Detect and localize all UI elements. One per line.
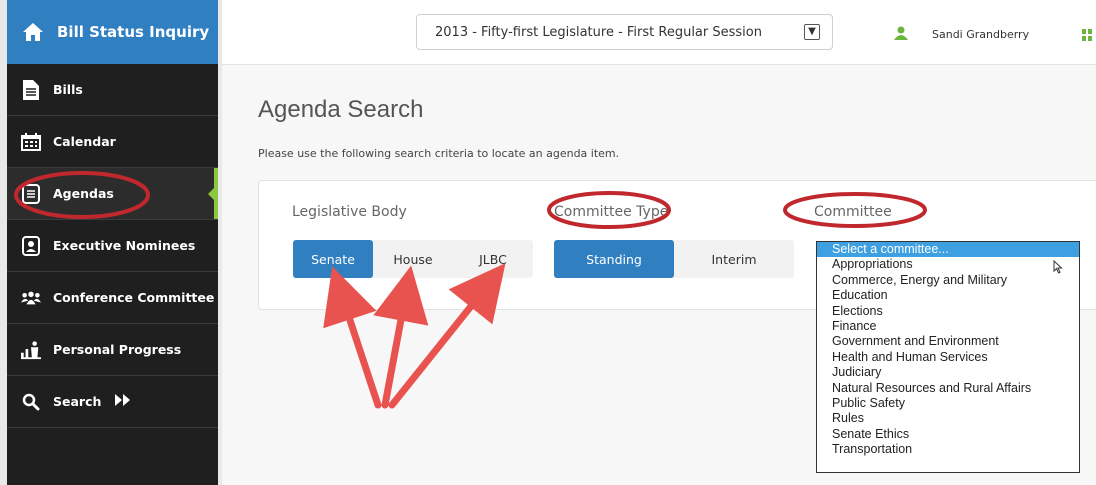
home-icon (23, 23, 43, 41)
committee-option[interactable]: Public Safety (817, 396, 1079, 411)
committee-option[interactable]: Natural Resources and Rural Affairs (817, 381, 1079, 396)
house-button[interactable]: House (373, 240, 453, 278)
sidebar-item-agendas[interactable]: Agendas (7, 168, 222, 220)
committee-option[interactable]: Health and Human Services (817, 350, 1079, 365)
legislative-body-group: Senate House JLBC (293, 240, 533, 278)
sidebar-item-personal-progress[interactable]: Personal Progress (7, 324, 218, 376)
legislative-body-label: Legislative Body (292, 204, 407, 220)
page-title: Agenda Search (258, 96, 424, 123)
sidebar-item-label: Executive Nominees (53, 238, 196, 253)
agenda-icon (21, 183, 41, 204)
window-edge (0, 0, 7, 485)
chart-person-icon (21, 340, 41, 360)
committee-option[interactable]: Government and Environment (817, 334, 1079, 349)
sidebar-item-conference-committee[interactable]: Conference Committee (7, 272, 218, 324)
committee-option[interactable]: Appropriations (817, 257, 1079, 272)
expand-arrows-icon[interactable] (115, 394, 131, 409)
session-select[interactable]: 2013 - Fifty-first Legislature - First R… (416, 14, 833, 50)
senate-button[interactable]: Senate (293, 240, 373, 278)
committee-option[interactable]: Finance (817, 319, 1079, 334)
standing-button[interactable]: Standing (554, 240, 674, 278)
sidebar-item-label: Agendas (53, 186, 114, 201)
document-icon (21, 79, 41, 100)
committee-type-label: Committee Type (554, 204, 669, 220)
search-hint: Please use the following search criteria… (258, 147, 620, 160)
sidebar: Bill Status Inquiry Bills Calendar Agend… (7, 0, 222, 485)
sidebar-item-label: Personal Progress (53, 342, 182, 357)
committee-option-placeholder[interactable]: Select a committee... (817, 242, 1079, 258)
committee-option[interactable]: Senate Ethics (817, 427, 1079, 442)
committee-select[interactable]: Select a committee... Appropriations Com… (816, 241, 1080, 473)
user-icon (894, 26, 908, 43)
session-select-value: 2013 - Fifty-first Legislature - First R… (435, 24, 762, 40)
top-bar: 2013 - Fifty-first Legislature - First R… (222, 0, 1096, 65)
app-brand[interactable]: Bill Status Inquiry (7, 0, 218, 64)
committee-option[interactable]: Elections (817, 304, 1079, 319)
committee-type-group: Standing Interim (554, 240, 794, 278)
sidebar-item-label: Bills (53, 82, 83, 97)
sidebar-item-label: Conference Committee (53, 290, 215, 305)
chevron-down-icon[interactable]: ▼ (804, 24, 820, 40)
apps-grid-icon[interactable] (1082, 26, 1092, 45)
nominee-icon (21, 235, 41, 256)
committee-option[interactable]: Commerce, Energy and Military (817, 273, 1079, 288)
sidebar-item-label: Search (53, 394, 102, 409)
committee-label: Committee (814, 204, 892, 220)
user-name: Sandi Grandberry (932, 28, 1030, 41)
user-menu[interactable]: Sandi Grandberry (894, 26, 1029, 43)
sidebar-item-bills[interactable]: Bills (7, 64, 218, 116)
search-icon (21, 392, 41, 412)
calendar-icon (21, 132, 41, 152)
mouse-cursor-icon (1053, 260, 1063, 274)
jlbc-button[interactable]: JLBC (453, 240, 533, 278)
sidebar-item-label: Calendar (53, 134, 116, 149)
sidebar-item-executive-nominees[interactable]: Executive Nominees (7, 220, 218, 272)
committee-option[interactable]: Rules (817, 411, 1079, 426)
committee-option[interactable]: Judiciary (817, 365, 1079, 380)
interim-button[interactable]: Interim (674, 240, 794, 278)
committee-option[interactable]: Transportation (817, 442, 1079, 457)
app-title: Bill Status Inquiry (57, 23, 210, 41)
sidebar-item-calendar[interactable]: Calendar (7, 116, 218, 168)
sidebar-item-search[interactable]: Search (7, 376, 218, 428)
people-icon (21, 288, 41, 308)
committee-option[interactable]: Education (817, 288, 1079, 303)
main-content: Agenda Search Please use the following s… (222, 65, 1096, 485)
